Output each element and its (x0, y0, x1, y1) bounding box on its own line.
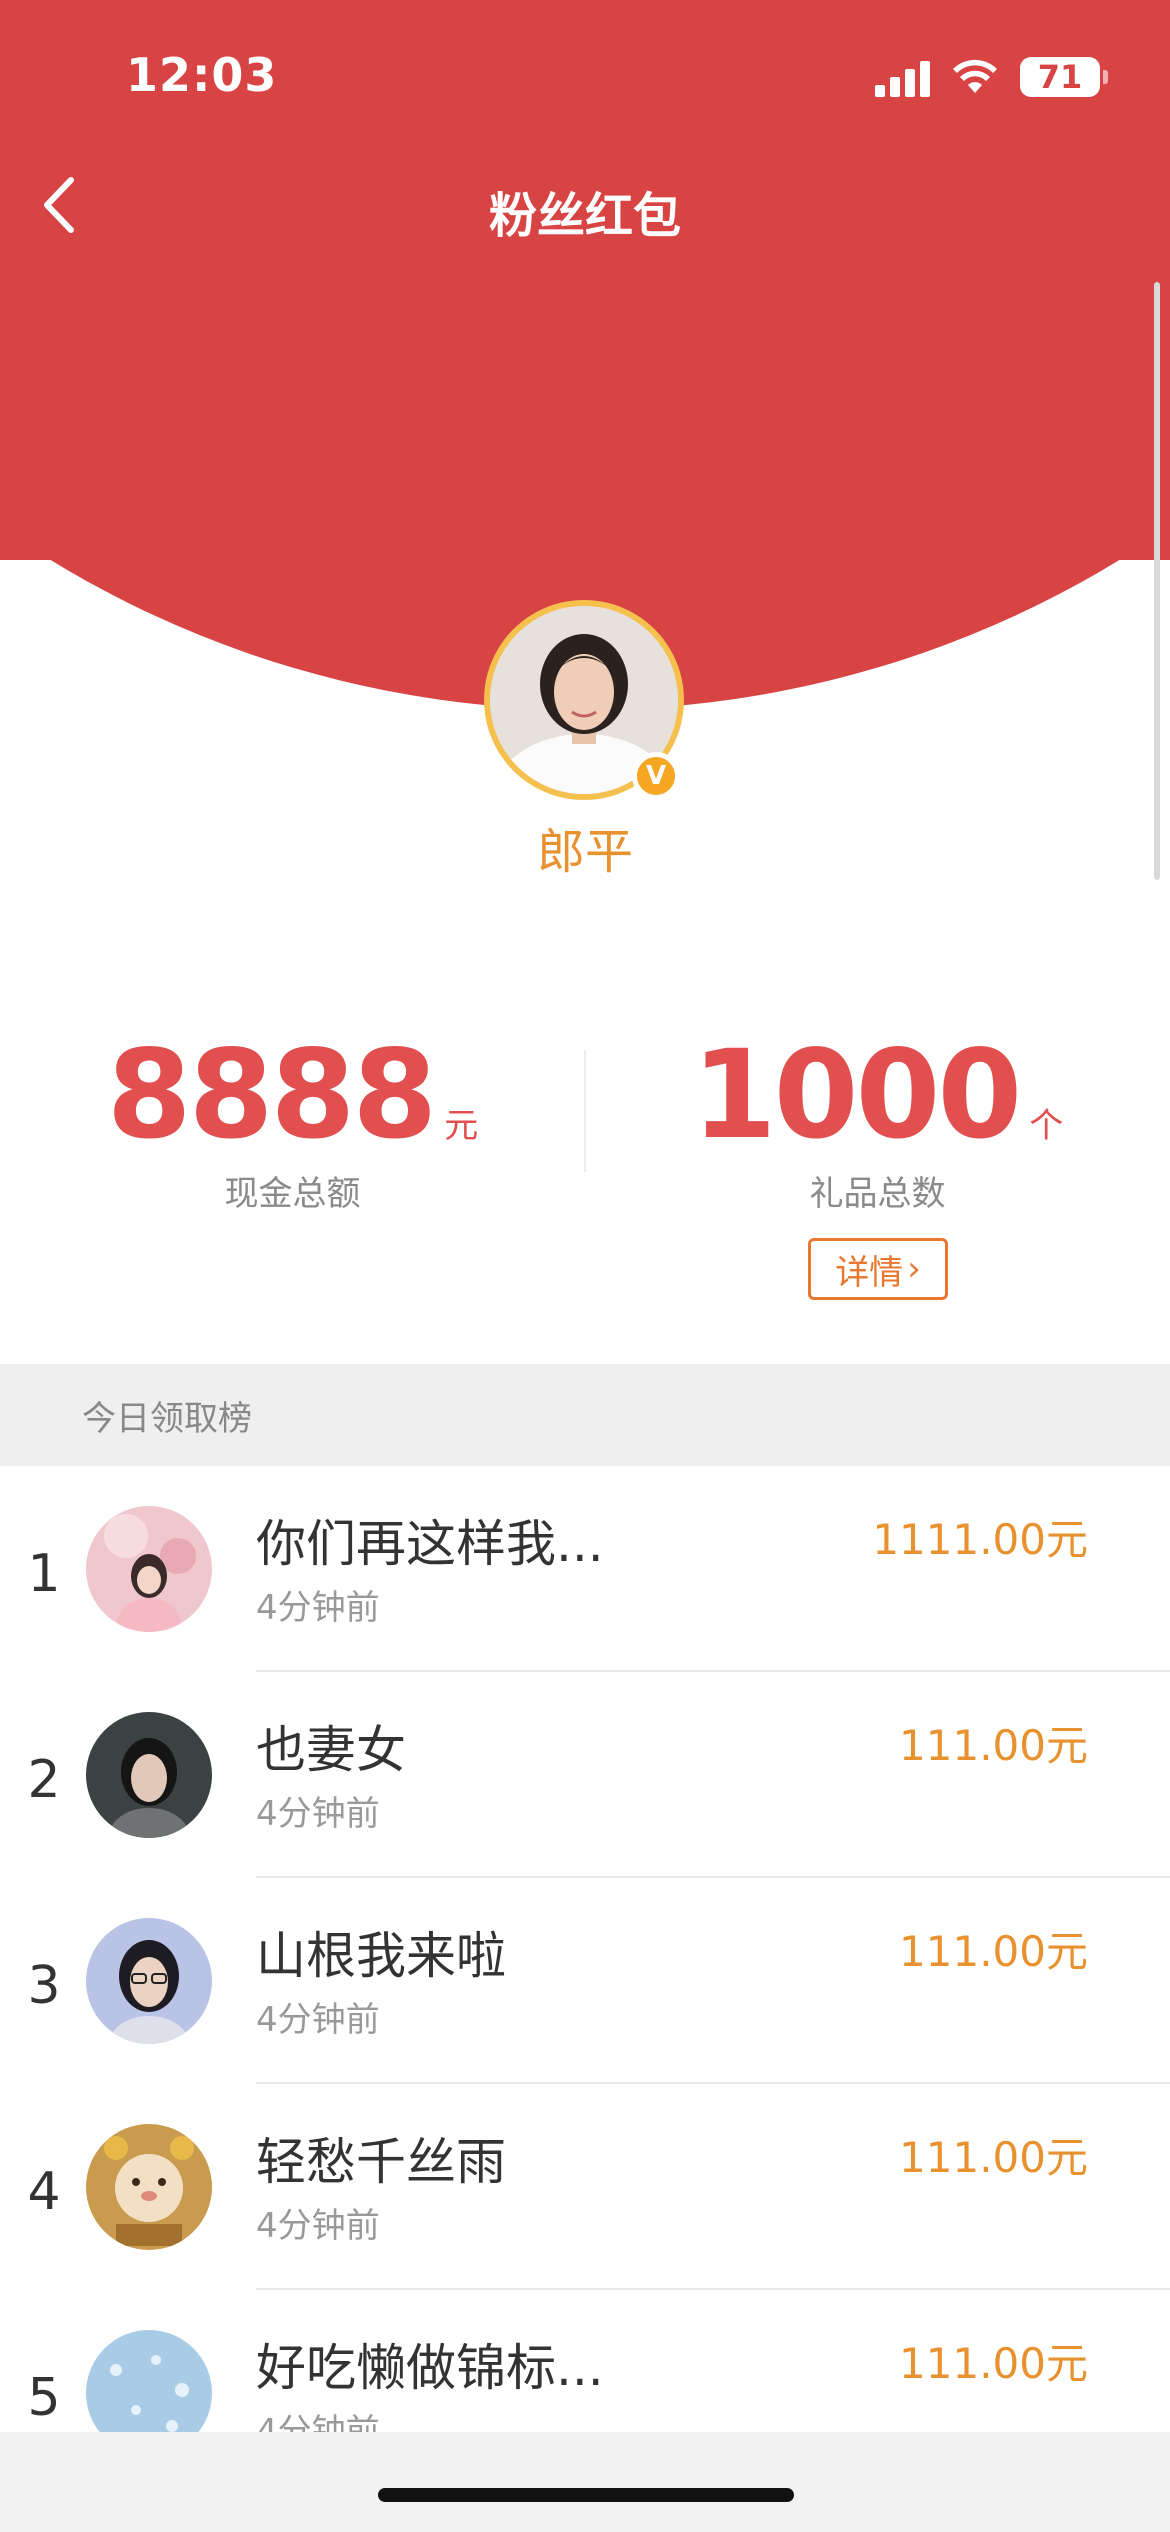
battery-icon: 71 (1020, 57, 1108, 97)
rank-number: 5 (27, 2368, 61, 2428)
detail-button-label: 详情 (835, 1252, 904, 1293)
battery-level: 71 (1037, 58, 1083, 96)
cash-total-stat: 8888 元 现金总额 (0, 1030, 585, 1215)
claim-time: 4分钟前 (256, 2206, 380, 2246)
chevron-right-icon: › (907, 1249, 921, 1289)
claim-time: 4分钟前 (256, 2000, 380, 2040)
claim-time: 4分钟前 (256, 1794, 380, 1834)
cash-total-unit: 元 (444, 1106, 479, 1146)
cash-total-label: 现金总额 (224, 1174, 361, 1214)
gift-total-unit: 个 (1029, 1106, 1064, 1146)
avatar[interactable] (86, 2124, 212, 2250)
rank-number: 2 (27, 1750, 61, 1810)
rank-number: 1 (27, 1544, 61, 1604)
home-bar (0, 2432, 1170, 2532)
user-nickname: 也妻女 (256, 1721, 406, 1779)
user-nickname: 轻愁千丝雨 (256, 2133, 506, 2191)
user-nickname: 好吃懒做锦标... (256, 2339, 604, 2397)
cash-total-value: 8888 (106, 1024, 438, 1166)
list-item[interactable]: 1 你们再这样我... 4分钟前 1111.00元 (0, 1466, 1170, 1672)
claim-amount: 111.00元 (899, 2339, 1088, 2388)
status-time: 12:03 (126, 48, 278, 102)
list-item[interactable]: 4 轻愁千丝雨 4分钟前 111.00元 (0, 2084, 1170, 2290)
avatar[interactable] (86, 1712, 212, 1838)
claim-amount: 111.00元 (899, 2133, 1088, 2182)
user-nickname: 你们再这样我... (256, 1515, 604, 1573)
home-indicator[interactable] (378, 2488, 794, 2502)
cellular-signal-icon (875, 57, 930, 97)
list-item[interactable]: 3 山根我来啦 4分钟前 111.00元 (0, 1878, 1170, 2084)
leaderboard-header: 今日领取榜 (0, 1364, 1170, 1466)
leaderboard-title: 今日领取榜 (82, 1398, 252, 1439)
avatar[interactable] (86, 1918, 212, 2044)
rank-number: 3 (27, 1956, 61, 2016)
list-item[interactable]: 2 也妻女 4分钟前 111.00元 (0, 1672, 1170, 1878)
verified-badge-icon: V (632, 752, 680, 800)
detail-button[interactable]: 详情 › (808, 1238, 948, 1300)
gift-total-value: 1000 (691, 1024, 1023, 1166)
gift-total-stat: 1000 个 礼品总数 (585, 1030, 1170, 1215)
user-name[interactable]: 郎平 (0, 812, 1170, 882)
gift-total-label: 礼品总数 (809, 1174, 946, 1214)
user-nickname: 山根我来啦 (256, 1927, 506, 1985)
claim-time: 4分钟前 (256, 1588, 380, 1628)
page-title: 粉丝红包 (488, 188, 681, 244)
avatar[interactable] (86, 1506, 212, 1632)
claim-amount: 1111.00元 (872, 1515, 1088, 1564)
wifi-icon (953, 59, 997, 93)
scrollbar[interactable] (1154, 282, 1160, 880)
claim-amount: 111.00元 (899, 1927, 1088, 1976)
status-icons: 71 (875, 55, 1108, 99)
rank-number: 4 (27, 2162, 61, 2222)
leaderboard-list: 1 你们再这样我... 4分钟前 1111.00元 2 也妻女 4分钟前 111… (0, 1466, 1170, 2496)
claim-amount: 111.00元 (899, 1721, 1088, 1770)
